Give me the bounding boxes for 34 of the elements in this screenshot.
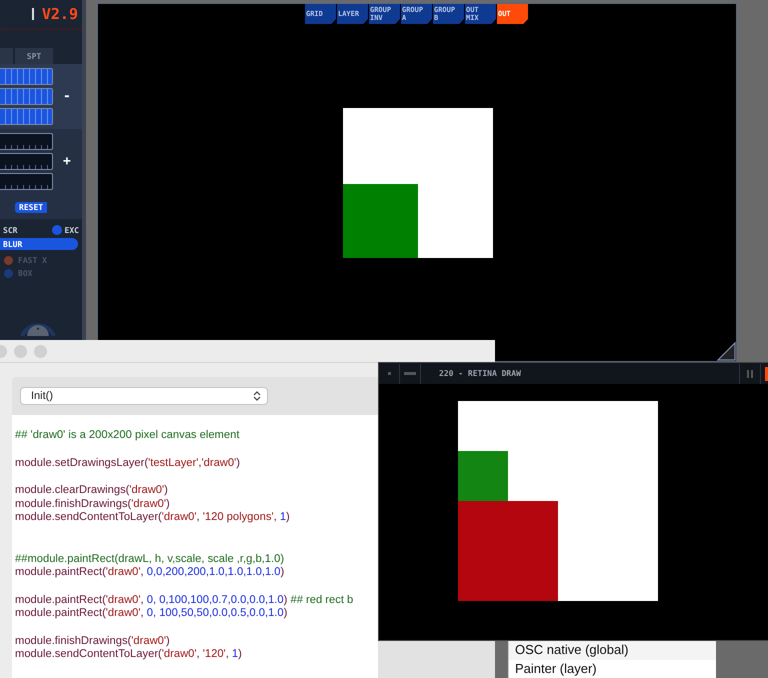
mode-label: SCR: [3, 226, 18, 234]
function-select[interactable]: Init(): [20, 387, 268, 405]
code-line: module.finishDrawings('draw0'): [15, 634, 171, 648]
slider[interactable]: [0, 88, 53, 105]
minus-label[interactable]: -: [63, 89, 71, 104]
code-line: module.setDrawingsLayer('testLayer','draw0'): [15, 456, 241, 470]
code-line: module.paintRect('draw0', 0, 0,100,100,0.7,0.0,0.0,1.0) ## red rect b: [15, 594, 354, 607]
code-line: module.clearDrawings('draw0'): [15, 484, 169, 498]
updown-icon: [253, 390, 261, 402]
window-button[interactable]: [14, 344, 27, 358]
code-area[interactable]: [12, 415, 378, 678]
reset-button[interactable]: RESET: [15, 202, 48, 213]
code-line: ##module.paintRect(drawL, h, v,scale, scale ,r,g,b,1.0): [15, 552, 286, 566]
window-title: 220 - RETINA DRAW: [439, 369, 521, 378]
panel-tab[interactable]: SPT: [15, 48, 53, 64]
code-line: module.finishDrawings('draw0'): [15, 498, 171, 511]
slider[interactable]: [0, 133, 53, 150]
option-item[interactable]: BLUR: [0, 238, 78, 250]
slider[interactable]: [0, 153, 53, 170]
slider[interactable]: [0, 108, 53, 125]
window-button[interactable]: [34, 344, 47, 358]
slider[interactable]: [0, 173, 53, 190]
radio-label: EXC: [64, 226, 79, 234]
code-line: module.sendContentToLayer('draw0', '120', 1): [15, 648, 243, 662]
code-line: ## 'draw0' is a 200x200 pixel canvas element: [15, 429, 240, 442]
slider[interactable]: [0, 68, 53, 85]
pause-icon[interactable]: [739, 364, 761, 384]
plus-label[interactable]: +: [63, 154, 71, 169]
version-label: V2.9: [42, 5, 78, 23]
code-line: module.sendContentToLayer('draw0', '120 polygons', 1): [15, 511, 291, 524]
radio-button[interactable]: [52, 225, 62, 235]
code-line: module.paintRect('draw0', 0,0,200,200,1.0,1.0,1.0,1.0): [15, 566, 286, 580]
list-item[interactable]: OSC native (global): [509, 641, 716, 660]
code-line: module.paintRect('draw0', 0, 100,50,50,0.0,0.5,0.0,1.0): [15, 607, 288, 620]
